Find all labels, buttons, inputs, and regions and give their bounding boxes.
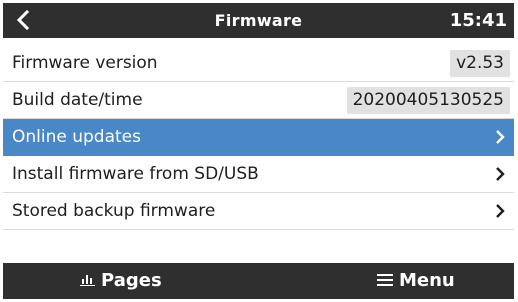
- hamburger-menu-icon: [377, 273, 393, 286]
- stored-backup-label: Stored backup firmware: [12, 201, 216, 221]
- chevron-right-icon: [496, 167, 505, 181]
- firmware-version-value: v2.53: [450, 50, 510, 77]
- settings-list: Firmware version v2.53 Build date/time 2…: [3, 45, 514, 230]
- menu-label: Menu: [399, 270, 455, 291]
- chevron-right-icon: [496, 204, 505, 218]
- clock: 15:41: [449, 10, 507, 31]
- stored-backup-row[interactable]: Stored backup firmware: [3, 193, 514, 230]
- menu-button[interactable]: Menu: [377, 263, 455, 299]
- firmware-version-label: Firmware version: [12, 53, 158, 73]
- install-firmware-row[interactable]: Install firmware from SD/USB: [3, 156, 514, 193]
- build-date-value: 20200405130525: [346, 87, 510, 114]
- online-updates-label: Online updates: [12, 127, 141, 147]
- bottom-bar: Pages Menu: [3, 263, 514, 299]
- pages-label: Pages: [101, 270, 162, 291]
- chevron-right-icon: [496, 130, 505, 144]
- bar-chart-icon: [80, 274, 95, 286]
- build-date-row: Build date/time 20200405130525: [3, 82, 514, 119]
- install-firmware-label: Install firmware from SD/USB: [12, 164, 259, 184]
- build-date-label: Build date/time: [12, 90, 143, 110]
- title-bar: Firmware 15:41: [3, 3, 514, 38]
- online-updates-row[interactable]: Online updates: [3, 119, 514, 156]
- firmware-screen: Firmware 15:41 Firmware version v2.53 Bu…: [0, 0, 518, 302]
- page-title: Firmware: [214, 11, 303, 30]
- pages-button[interactable]: Pages: [80, 263, 162, 299]
- firmware-version-row: Firmware version v2.53: [3, 45, 514, 82]
